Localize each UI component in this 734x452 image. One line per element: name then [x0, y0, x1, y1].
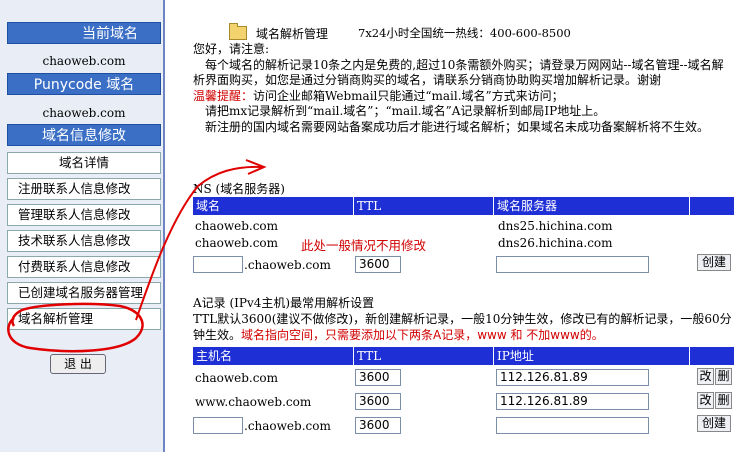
current-domain-header: 当前域名: [7, 22, 161, 44]
punycode-header: Punycode 域名: [7, 73, 161, 95]
folder-icon: [229, 23, 247, 40]
punycode-value: chaoweb.com: [42, 106, 126, 120]
a-create-button[interactable]: 创建: [697, 415, 731, 432]
a-col-ip: IP地址: [494, 347, 690, 365]
title-bar: 域名解析管理 7x24小时全国统一热线：400-600-8500: [193, 22, 734, 42]
ns-row-1-domain: chaoweb.com: [195, 219, 279, 233]
ns-row-2-server: dns26.hichina.com: [498, 236, 613, 250]
ns-row-2-domain: chaoweb.com: [195, 236, 279, 250]
hotline-text: 7x24小时全国统一热线：400-600-8500: [358, 26, 571, 40]
logout-button[interactable]: 退 出: [50, 354, 106, 374]
notice-tip-label: 温馨提醒：: [193, 88, 254, 103]
ns-row-1-server: dns25.hichina.com: [498, 219, 613, 233]
a-section-description: TTL默认3600(建议不做修改)，新创建解析记录，一般10分钟生效，修改已有的…: [193, 311, 734, 343]
a-row-1-host: chaoweb.com: [195, 371, 279, 385]
a-desc-red: 域名指向空间，只需要添加以下两条A记录，www 和 不加www的。: [241, 328, 604, 342]
ns-section-title: NS (域名服务器): [193, 182, 285, 196]
a-table-header: 主机名 TTL IP地址: [193, 347, 734, 365]
notice-block: 您好，请注意: 每个域名的解析记录10条之内是免费的,超过10条需额外购买；请登…: [193, 42, 734, 136]
ns-annotation: 此处一般情况不用修改: [301, 238, 427, 253]
ns-new-host-input[interactable]: [193, 256, 243, 273]
notice-greeting: 您好，请注意:: [193, 42, 270, 56]
sidebar-item-nameserver-management[interactable]: 已创建域名服务器管理: [7, 282, 161, 304]
ns-new-suffix: .chaoweb.com: [244, 258, 331, 272]
a-row-2-delete-button[interactable]: 删: [715, 392, 732, 409]
sidebar-item-domain-details[interactable]: 域名详情: [7, 152, 161, 174]
ns-new-server-input[interactable]: [496, 256, 649, 273]
sidebar: 当前域名 chaoweb.com Punycode 域名 chaoweb.com…: [0, 0, 163, 452]
notice-line-4: 新注册的国内域名需要网站备案成功后才能进行域名解析；如果域名未成功备案解析将不生…: [205, 119, 710, 134]
a-row-2-ttl-input[interactable]: 3600: [355, 393, 401, 410]
sidebar-item-admin-contact[interactable]: 管理联系人信息修改: [7, 204, 161, 226]
page-title: 域名解析管理: [256, 27, 329, 41]
notice-line-3: 请把mx记录解析到“mail.域名”；“mail.域名”A记录解析到邮局IP地址…: [205, 104, 606, 119]
ns-col-server: 域名服务器: [494, 197, 690, 215]
notice-tip-text: 访问企业邮箱Webmail只能通过“mail.域名”方式来访问；: [253, 88, 564, 103]
a-col-ttl: TTL: [354, 347, 494, 365]
a-new-ttl-input[interactable]: 3600: [355, 417, 401, 434]
sidebar-item-dns-management[interactable]: 域名解析管理: [7, 308, 161, 330]
a-row-2-modify-button[interactable]: 改: [697, 392, 714, 409]
current-domain-value: chaoweb.com: [42, 54, 126, 68]
sidebar-item-billing-contact[interactable]: 付费联系人信息修改: [7, 256, 161, 278]
sidebar-item-registrant-contact[interactable]: 注册联系人信息修改: [7, 178, 161, 200]
a-row-2-ip-input[interactable]: 112.126.81.89: [496, 393, 649, 410]
ns-create-button[interactable]: 创建: [697, 254, 731, 271]
modify-header: 域名信息修改: [7, 124, 161, 146]
a-col-host: 主机名: [193, 347, 354, 365]
a-section-title: A记录 (IPv4主机)最常用解析设置: [193, 296, 375, 310]
ns-table-header: 域名 TTL 域名服务器: [193, 197, 734, 215]
sidebar-divider: [163, 0, 165, 452]
ns-col-domain: 域名: [193, 197, 354, 215]
a-row-1-modify-button[interactable]: 改: [697, 368, 714, 385]
a-new-ip-input[interactable]: [496, 417, 649, 434]
a-new-suffix: .chaoweb.com: [244, 419, 331, 433]
a-row-1-ttl-input[interactable]: 3600: [355, 369, 401, 386]
notice-line-1: 每个域名的解析记录10条之内是免费的,超过10条需额外购买；请登录万网网站--域…: [193, 57, 724, 88]
a-new-host-input[interactable]: [193, 417, 243, 434]
pointer-arrow-head: [245, 159, 267, 175]
a-row-1-delete-button[interactable]: 删: [715, 368, 732, 385]
ns-new-ttl-input[interactable]: 3600: [355, 256, 401, 273]
ns-col-ttl: TTL: [354, 197, 494, 215]
a-row-2-host: www.chaoweb.com: [195, 395, 312, 409]
a-row-1-ip-input[interactable]: 112.126.81.89: [496, 369, 649, 386]
notice-tip: 温馨提醒：访问企业邮箱Webmail只能通过“mail.域名”方式来访问；: [193, 89, 734, 105]
sidebar-item-tech-contact[interactable]: 技术联系人信息修改: [7, 230, 161, 252]
